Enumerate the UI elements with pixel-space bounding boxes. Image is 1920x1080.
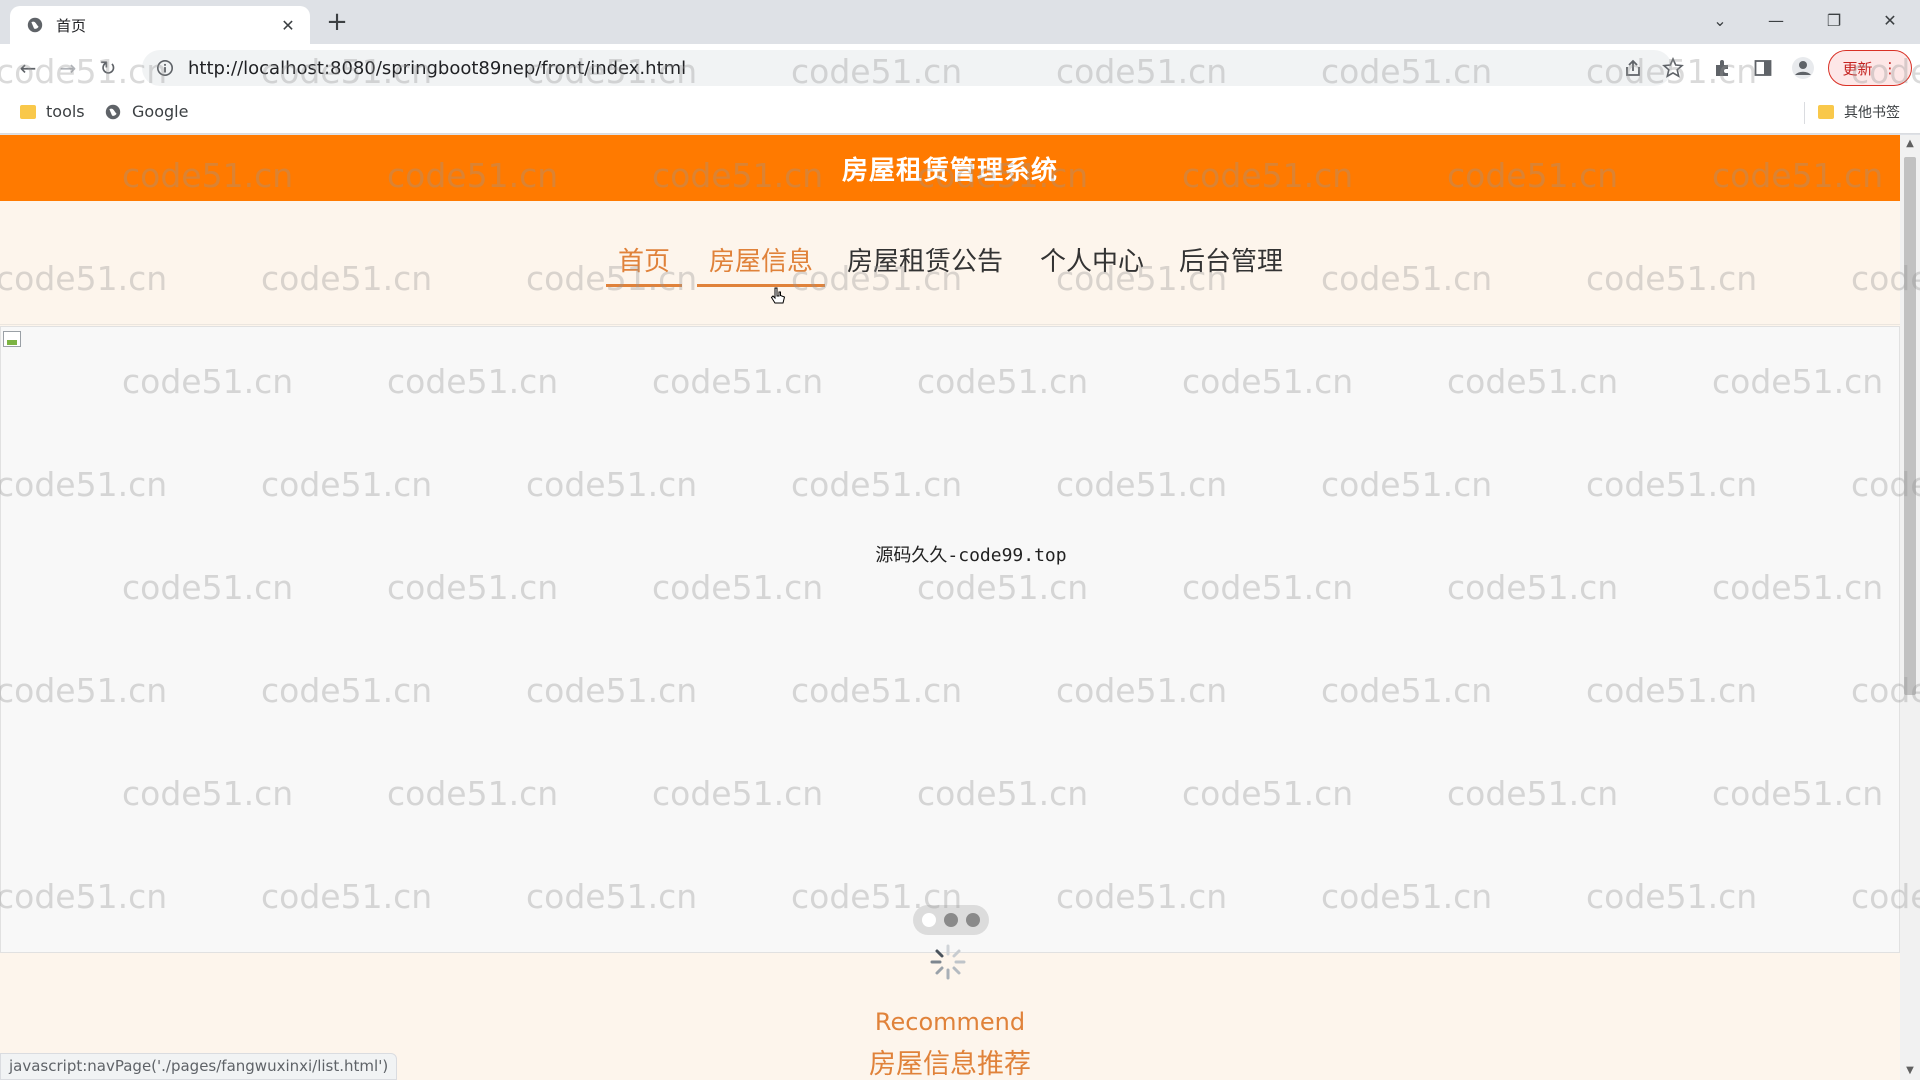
info-icon[interactable] [156, 59, 174, 77]
site-header: 房屋租赁管理系统 [0, 135, 1900, 201]
globe-icon [27, 17, 43, 33]
bookmark-tools[interactable]: tools [20, 102, 85, 121]
minimize-button[interactable]: — [1748, 0, 1804, 40]
back-button[interactable]: ← [12, 52, 44, 84]
banner-caption: 源码久久-code99.top [875, 545, 1067, 566]
bookmarks-bar: tools Google 其他书签 [0, 92, 1920, 134]
tab-title: 首页 [56, 16, 87, 35]
nav-personal-center[interactable]: 个人中心 [1028, 241, 1156, 284]
bookmark-star-icon[interactable] [1661, 56, 1685, 80]
carousel-dot-1[interactable] [922, 913, 936, 927]
tab-close-icon[interactable]: ✕ [278, 16, 298, 35]
share-icon[interactable] [1621, 56, 1645, 80]
carousel-dot-3[interactable] [966, 913, 980, 927]
recommend-heading-en: Recommend [874, 1008, 1026, 1036]
site-title: 房屋租赁管理系统 [841, 155, 1058, 186]
nav-house-info[interactable]: 房屋信息 [697, 241, 826, 287]
other-bookmarks[interactable]: 其他书签 [1818, 102, 1900, 122]
browser-toolbar: ← → ↻ http://localhost:8080/springboot89… [0, 44, 1920, 92]
extensions-icon[interactable] [1711, 56, 1735, 80]
address-bar[interactable]: http://localhost:8080/springboot89nep/fr… [142, 50, 1672, 86]
tab-search-icon[interactable]: ⌄ [1692, 0, 1748, 40]
update-button[interactable]: 更新 ⋮ [1828, 50, 1912, 86]
link-status-bar: javascript:navPage('./pages/fangwuxinxi/… [0, 1053, 398, 1080]
bookmark-google[interactable]: Google [104, 102, 188, 121]
folder-icon [20, 104, 36, 119]
update-label: 更新 [1842, 59, 1873, 78]
new-tab-button[interactable]: + [322, 8, 352, 38]
globe-icon [105, 104, 121, 119]
nav-rental-notice[interactable]: 房屋租赁公告 [835, 241, 1015, 284]
browser-tab[interactable]: 首页 ✕ [10, 6, 310, 44]
hand-cursor-icon [770, 287, 786, 304]
scroll-up-icon[interactable]: ▲ [1900, 135, 1920, 153]
carousel-dot-2[interactable] [944, 913, 958, 927]
main-nav: 首页 房屋信息 房屋租赁公告 个人中心 后台管理 [0, 201, 1900, 325]
browser-tabstrip: 首页 ✕ + ⌄ — ❐ ✕ [0, 0, 1920, 44]
broken-image-icon [3, 331, 21, 347]
side-panel-icon[interactable] [1751, 56, 1775, 80]
reload-button[interactable]: ↻ [92, 52, 124, 84]
menu-dots-icon: ⋮ [1882, 59, 1898, 77]
carousel-indicators [913, 905, 989, 935]
nav-admin[interactable]: 后台管理 [1167, 241, 1295, 284]
other-bookmarks-label: 其他书签 [1844, 105, 1900, 121]
bookmark-label: Google [132, 102, 189, 121]
forward-button[interactable]: → [52, 52, 84, 84]
nav-home[interactable]: 首页 [606, 241, 683, 287]
url-text: http://localhost:8080/springboot89nep/fr… [188, 57, 687, 79]
loading-spinner-icon [930, 944, 966, 980]
page-viewport: 房屋租赁管理系统 首页 房屋信息 房屋租赁公告 个人中心 后台管理 源码久久-c… [0, 135, 1920, 1080]
folder-icon [1818, 105, 1834, 119]
window-close-button[interactable]: ✕ [1862, 0, 1918, 40]
restore-button[interactable]: ❐ [1806, 0, 1862, 40]
bookmark-divider [1804, 102, 1805, 124]
profile-avatar-icon[interactable] [1791, 56, 1815, 80]
scroll-down-icon[interactable]: ▼ [1900, 1062, 1920, 1080]
banner-carousel[interactable]: 源码久久-code99.top [0, 326, 1900, 953]
bookmark-label: tools [46, 102, 85, 121]
scroll-thumb[interactable] [1904, 157, 1916, 695]
page-scrollbar[interactable]: ▲ ▼ [1900, 135, 1920, 1080]
